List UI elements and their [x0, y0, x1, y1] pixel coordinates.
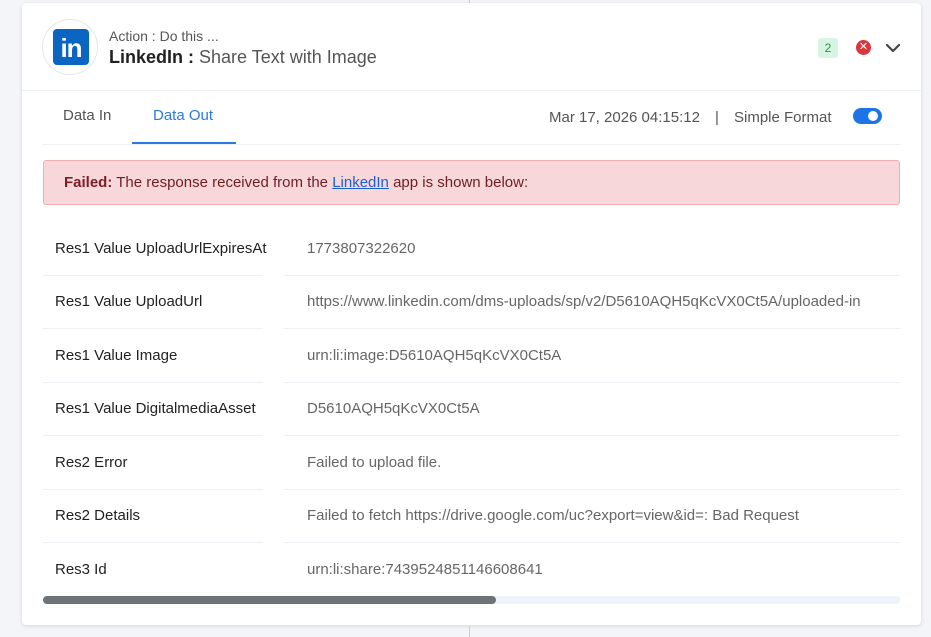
row-value: D5610AQH5qKcVX0Ct5A — [307, 400, 480, 417]
row-divider — [43, 328, 263, 329]
table-row: Res1 Value Image urn:li:image:D5610AQH5q… — [43, 330, 900, 383]
toggle-knob — [868, 111, 878, 121]
alert-app-link[interactable]: LinkedIn — [332, 174, 389, 191]
table-row: Res2 Error Failed to upload file. — [43, 437, 900, 490]
divider — [42, 144, 900, 145]
row-value: Failed to fetch https://drive.google.com… — [307, 507, 799, 524]
row-key: Res1 Value UploadUrlExpiresAt — [55, 240, 267, 257]
tab-data-in[interactable]: Data In — [63, 107, 111, 124]
row-value: 1773807322620 — [307, 240, 416, 257]
app-logo: in — [42, 19, 98, 75]
scrollbar-thumb[interactable] — [43, 596, 496, 604]
action-label: Action : Do this ... — [109, 28, 219, 44]
close-icon[interactable]: ✕ — [856, 40, 871, 55]
linkedin-icon: in — [53, 29, 89, 65]
chevron-down-icon[interactable] — [884, 39, 902, 57]
row-key: Res3 Id — [55, 561, 107, 578]
row-divider — [43, 542, 263, 543]
alert-text-after: app is shown below: — [388, 174, 529, 191]
row-divider — [284, 542, 900, 543]
table-row: Res3 Id urn:li:share:7439524851146608641 — [43, 544, 900, 591]
step-card: in Action : Do this ... LinkedIn : Share… — [22, 3, 921, 625]
tab-data-out[interactable]: Data Out — [153, 107, 213, 124]
row-divider — [43, 435, 263, 436]
separator: | — [715, 109, 719, 126]
row-key: Res1 Value UploadUrl — [55, 293, 203, 310]
flow-connector-bottom — [469, 626, 470, 637]
horizontal-scrollbar[interactable] — [43, 596, 900, 604]
row-value: Failed to upload file. — [307, 454, 442, 471]
row-key: Res1 Value DigitalmediaAsset — [55, 400, 256, 417]
output-table: Res1 Value UploadUrlExpiresAt 1773807322… — [43, 223, 900, 591]
step-app-name: LinkedIn : — [109, 47, 194, 67]
table-row: Res1 Value DigitalmediaAsset D5610AQH5qK… — [43, 383, 900, 436]
run-timestamp: Mar 17, 2026 04:15:12 — [549, 109, 700, 126]
row-key: Res2 Details — [55, 507, 141, 524]
table-row: Res2 Details Failed to fetch https://dri… — [43, 490, 900, 543]
step-title: LinkedIn : Share Text with Image — [109, 47, 377, 68]
alert-text-before: The response received from the — [112, 174, 333, 191]
row-divider — [284, 435, 900, 436]
step-action-name: Share Text with Image — [194, 47, 377, 67]
simple-format-toggle[interactable] — [853, 108, 882, 124]
table-row: Res1 Value UploadUrl https://www.linkedi… — [43, 276, 900, 329]
row-value: urn:li:share:7439524851146608641 — [307, 561, 543, 578]
alert-status: Failed: — [64, 174, 113, 191]
step-count-badge[interactable]: 2 — [818, 38, 838, 58]
table-row: Res1 Value UploadUrlExpiresAt 1773807322… — [43, 223, 900, 276]
row-value: https://www.linkedin.com/dms-uploads/sp/… — [307, 293, 861, 310]
step-header[interactable]: in Action : Do this ... LinkedIn : Share… — [22, 3, 921, 91]
error-alert: Failed: The response received from the L… — [43, 160, 900, 205]
simple-format-label: Simple Format — [734, 109, 832, 126]
row-key: Res1 Value Image — [55, 347, 178, 364]
row-value: urn:li:image:D5610AQH5qKcVX0Ct5A — [307, 347, 562, 364]
row-key: Res2 Error — [55, 454, 128, 471]
row-divider — [284, 328, 900, 329]
